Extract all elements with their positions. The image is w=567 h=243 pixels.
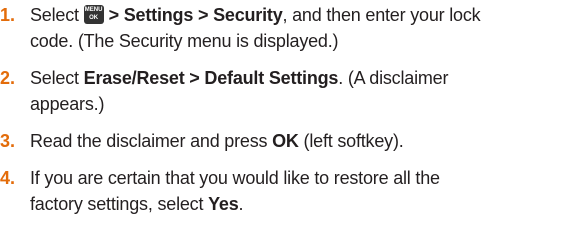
- step-number: 2.: [0, 68, 16, 88]
- step-menu-path: Erase/Reset > Default Settings: [83, 68, 339, 88]
- menu-key-label-top: MENU: [84, 7, 103, 13]
- step-key-name: OK: [272, 131, 299, 151]
- step-text-pre: Read the disclaimer and press: [30, 131, 273, 151]
- step-text-post: .: [238, 194, 244, 214]
- step-text: Select MENU OK > Settings > Security, an…: [30, 2, 560, 54]
- step-menu-path: > Settings > Security: [108, 5, 283, 25]
- step-option-name: Yes: [208, 194, 239, 214]
- step-number: 4.: [0, 168, 16, 188]
- step-text-pre: Select: [30, 5, 79, 25]
- menu-key-label-bottom: OK: [89, 15, 99, 21]
- step-text-line2-pre: factory settings, select: [30, 194, 209, 214]
- step-text-line2: appears.): [30, 94, 105, 114]
- instruction-steps: 1. Select MENU OK > Settings > Security,…: [0, 0, 567, 243]
- step-text-post: . (A disclaimer: [338, 68, 449, 88]
- step-text-post: (left softkey).: [298, 131, 404, 151]
- step-text: If you are certain that you would like t…: [30, 165, 560, 217]
- step-text-post: , and then enter your lock: [282, 5, 481, 25]
- step-text-line2: code. (The Security menu is displayed.): [30, 31, 339, 51]
- step-number: 1.: [0, 5, 16, 25]
- menu-ok-key-icon: MENU OK: [83, 5, 104, 24]
- step-text-pre: Select: [30, 68, 84, 88]
- step-text: Select Erase/Reset > Default Settings. (…: [30, 65, 560, 117]
- step-text-pre: If you are certain that you would like t…: [30, 168, 440, 188]
- step-number: 3.: [0, 131, 16, 151]
- step-text: Read the disclaimer and press OK (left s…: [30, 128, 560, 154]
